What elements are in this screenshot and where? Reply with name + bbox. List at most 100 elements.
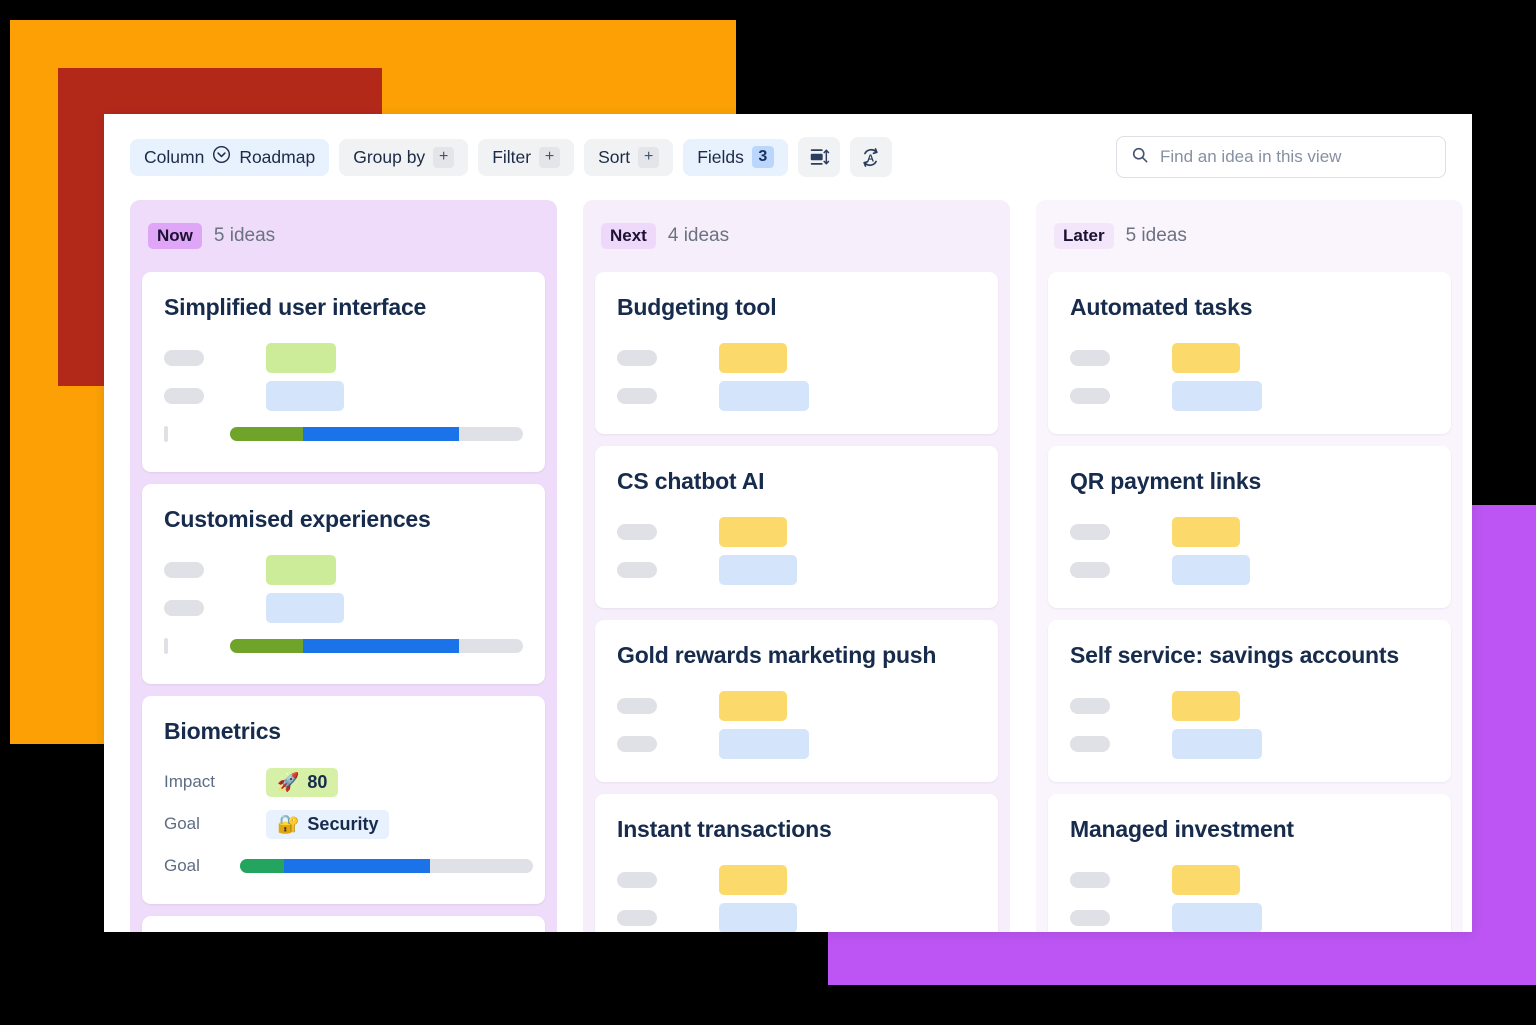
idea-card[interactable]: Budgeting tool <box>595 272 998 434</box>
group-by-add-icon[interactable]: + <box>433 146 455 168</box>
field-value-placeholder <box>719 555 797 585</box>
column-header: Later 5 ideas <box>1048 200 1451 272</box>
idea-field-row <box>617 900 976 932</box>
column-idea-count: 5 ideas <box>1125 225 1187 246</box>
idea-field-row <box>617 688 976 724</box>
progress-segment-active <box>283 859 431 873</box>
progress-bar <box>239 859 533 873</box>
column-chip-value: Roadmap <box>239 146 316 167</box>
fields-chip[interactable]: Fields 3 <box>683 138 788 176</box>
idea-field-row <box>164 378 523 414</box>
search-box[interactable] <box>1116 136 1446 178</box>
idea-card[interactable]: Managed investment <box>1048 794 1451 932</box>
idea-field-row <box>1070 688 1429 724</box>
idea-field-value[interactable]: 🔐 Security <box>266 809 390 839</box>
field-value-placeholder <box>719 903 797 932</box>
field-label-placeholder <box>164 600 204 616</box>
idea-card-title: Automated tasks <box>1070 294 1253 320</box>
field-label-placeholder <box>1070 698 1110 714</box>
group-by-chip[interactable]: Group by + <box>339 138 469 176</box>
idea-card[interactable]: Self service: savings accounts <box>1048 620 1451 782</box>
idea-card-title: QR payment links <box>1070 468 1262 494</box>
field-value-placeholder <box>266 381 344 411</box>
idea-field-row <box>617 726 976 762</box>
idea-card[interactable]: Biometrics Impact 🚀 80 Goal 🔐 Security Goal <box>142 696 545 904</box>
idea-card[interactable]: Simplified user interface <box>142 272 545 472</box>
field-value-placeholder <box>719 691 787 721</box>
idea-field-pill: 🚀 80 <box>266 767 339 797</box>
idea-field-label: Impact <box>164 772 216 791</box>
idea-card-title: Customised experiences <box>164 506 431 532</box>
field-label-placeholder <box>164 350 204 366</box>
sort-add-icon[interactable]: + <box>638 146 660 168</box>
idea-card-title: Budgeting tool <box>617 294 777 320</box>
field-value-placeholder <box>719 729 809 759</box>
field-label-placeholder <box>1070 872 1110 888</box>
column-field-chip[interactable]: Column Roadmap <box>130 138 330 176</box>
idea-card-title: Gold rewards marketing push <box>617 642 937 668</box>
idea-card[interactable]: Customised experiences <box>142 484 545 684</box>
column-header: Next 4 ideas <box>595 200 998 272</box>
idea-field-row <box>1070 726 1429 762</box>
idea-card-title: CS chatbot AI <box>617 468 765 494</box>
idea-field-row <box>1070 862 1429 898</box>
auto-translate-button[interactable]: A <box>849 137 892 177</box>
idea-field-value[interactable]: 🚀 80 <box>266 767 339 797</box>
idea-card[interactable]: QR payment links <box>1048 446 1451 608</box>
field-value-placeholder <box>1172 691 1240 721</box>
idea-field-row <box>1070 900 1429 932</box>
field-label-placeholder <box>164 562 204 578</box>
progress-segment-done <box>230 427 304 441</box>
field-label-placeholder <box>1070 524 1110 540</box>
field-value-placeholder <box>1172 555 1250 585</box>
column-badge[interactable]: Now <box>148 223 202 249</box>
fields-label: Fields <box>697 146 744 167</box>
progress-bar <box>230 639 523 653</box>
fields-count-badge: 3 <box>751 146 774 168</box>
filter-add-icon[interactable]: + <box>539 146 561 168</box>
lock-icon: 🔐 <box>277 814 300 834</box>
sort-chip[interactable]: Sort + <box>584 138 674 176</box>
progress-segment-done <box>239 859 284 873</box>
group-by-label: Group by <box>353 146 426 167</box>
idea-card[interactable]: CS chatbot AI <box>595 446 998 608</box>
field-label-placeholder <box>1070 350 1110 366</box>
idea-field-row <box>617 378 976 414</box>
idea-field-row: Goal 🔐 Security <box>164 806 523 842</box>
search-input[interactable] <box>1160 147 1431 167</box>
idea-field-row <box>164 552 523 588</box>
idea-field-pill: 🔐 Security <box>266 809 390 839</box>
filter-chip[interactable]: Filter + <box>478 138 575 176</box>
field-value-placeholder <box>230 427 523 441</box>
idea-card-title: Self service: savings accounts <box>1070 642 1399 668</box>
view-toolbar: Column Roadmap Group by + Filter + Sort <box>104 114 1472 200</box>
progress-segment-active <box>303 639 459 653</box>
idea-card[interactable]: Instant transactions <box>595 794 998 932</box>
progress-segment-done <box>230 639 304 653</box>
idea-field-row <box>1070 378 1429 414</box>
field-label-placeholder <box>164 638 168 654</box>
sort-label: Sort <box>598 146 631 167</box>
idea-field-row <box>617 862 976 898</box>
idea-card-title: Managed investment <box>1070 816 1294 842</box>
column-badge[interactable]: Next <box>601 223 656 249</box>
field-value-placeholder <box>719 343 787 373</box>
idea-field-row <box>1070 514 1429 550</box>
field-value-placeholder <box>266 555 336 585</box>
idea-field-row <box>1070 340 1429 376</box>
idea-field-text: 80 <box>307 771 328 792</box>
idea-field-row <box>617 514 976 550</box>
field-label-placeholder <box>617 872 657 888</box>
idea-card[interactable]: Self-service insurance <box>142 916 545 932</box>
field-label-placeholder <box>1070 910 1110 926</box>
idea-field-row <box>617 552 976 588</box>
field-value-placeholder <box>1172 903 1262 932</box>
auto-translate-icon: A <box>859 146 882 169</box>
idea-card[interactable]: Gold rewards marketing push <box>595 620 998 782</box>
field-label-placeholder <box>164 388 204 404</box>
idea-card[interactable]: Automated tasks <box>1048 272 1451 434</box>
column-badge[interactable]: Later <box>1054 223 1114 249</box>
field-value-placeholder <box>266 593 344 623</box>
idea-field-row: Impact 🚀 80 <box>164 764 523 800</box>
row-height-button[interactable] <box>797 137 840 177</box>
